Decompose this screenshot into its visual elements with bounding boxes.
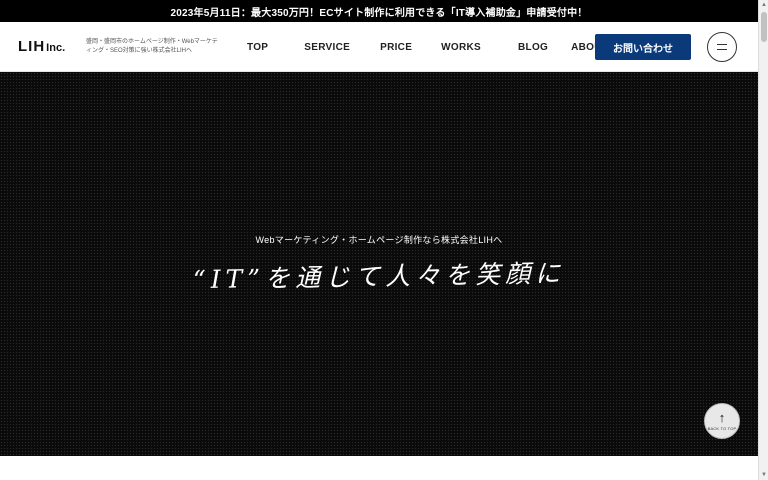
hero-subtitle: Webマーケティング・ホームページ制作なら株式会社LIHへ [255, 235, 503, 245]
scrollbar-thumb[interactable] [761, 12, 767, 42]
page-scrollbar[interactable]: ▲ ▼ [758, 0, 768, 480]
logo-inc: Inc. [46, 42, 66, 54]
hero-section: Webマーケティング・ホームページ制作なら株式会社LIHへ “IT”を通じて人々… [0, 72, 758, 456]
scroll-down-icon[interactable]: ▼ [760, 471, 768, 479]
announcement-text[interactable]: 2023年5月11日：最大350万円！ECサイト制作に利用できる「IT導入補助金… [170, 4, 587, 19]
nav-works[interactable]: WORKS [441, 42, 481, 53]
nav-blog[interactable]: BLOG [518, 42, 548, 53]
hamburger-menu-button[interactable] [707, 32, 737, 62]
hero-title: “IT”を通じて人々を笑顔に [192, 258, 566, 295]
nav-service[interactable]: SERVICE [304, 42, 350, 53]
main-nav: TOP SERVICE PRICE WORKS BLOG ABOUT US [236, 22, 626, 72]
back-to-top-label: BACK TO TOP [707, 425, 737, 431]
nav-top[interactable]: TOP [247, 42, 268, 53]
site-header: LIHInc. 盛岡・盛岡市のホームページ制作・Webマーケティング・SEO対策… [0, 22, 758, 72]
nav-price[interactable]: PRICE [380, 42, 412, 53]
arrow-up-icon: ↑ [718, 409, 726, 425]
back-to-top-button[interactable]: ↑ BACK TO TOP [704, 403, 740, 439]
menu-icon [717, 44, 727, 50]
announcement-bar[interactable]: 2023年5月11日：最大350万円！ECサイト制作に利用できる「IT導入補助金… [0, 0, 758, 22]
contact-button[interactable]: お問い合わせ [595, 34, 691, 60]
scroll-up-icon[interactable]: ▲ [760, 1, 768, 9]
logo-main: LIH [18, 38, 46, 55]
site-logo[interactable]: LIHInc. [18, 38, 65, 55]
site-tagline: 盛岡・盛岡市のホームページ制作・Webマーケティング・SEO対策に強い株式会社L… [86, 39, 218, 54]
